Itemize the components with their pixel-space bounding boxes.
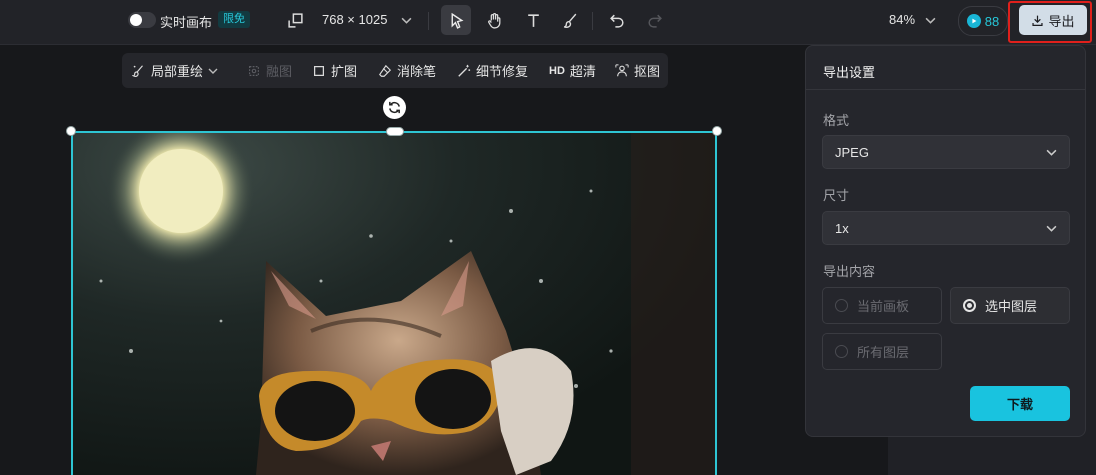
option-all-layers[interactable]: 所有图层 <box>822 333 942 370</box>
detail-repair-label: 细节修复 <box>476 64 529 79</box>
expand-label: 扩图 <box>331 64 358 79</box>
magic-wand-icon <box>458 64 471 77</box>
option-current-board[interactable]: 当前画板 <box>822 287 942 324</box>
export-button[interactable]: 导出 <box>1019 5 1087 35</box>
format-select[interactable]: JPEG <box>822 135 1070 169</box>
selection-border-right <box>715 131 717 475</box>
format-value: JPEG <box>835 144 869 160</box>
redo-icon <box>647 14 662 28</box>
cutout-icon <box>615 63 629 76</box>
size-select[interactable]: 1x <box>822 211 1070 245</box>
export-content-label: 导出内容 <box>823 264 876 279</box>
select-tool-button[interactable] <box>441 5 471 35</box>
radio-circle <box>963 299 976 312</box>
cutout-button[interactable]: 抠图 <box>615 53 660 88</box>
canvas-size-select[interactable]: 768 × 1025 <box>322 12 387 27</box>
resize-icon <box>287 12 303 28</box>
merge-icon <box>249 65 259 76</box>
chevron-down-icon <box>1046 225 1057 232</box>
option-current-board-label: 当前画板 <box>857 299 910 314</box>
radio-circle <box>835 299 848 312</box>
chevron-down-icon <box>401 17 412 24</box>
credits-pill[interactable]: 88 <box>958 6 1008 36</box>
zoom-select[interactable]: 84% <box>889 12 915 27</box>
eraser-button[interactable]: 消除笔 <box>378 53 436 88</box>
top-toolbar: 实时画布 限免 768 × 1025 84% 88 导出 <box>0 0 1096 45</box>
cutout-label: 抠图 <box>634 64 661 79</box>
toolbar-divider <box>592 12 593 30</box>
cat-photo <box>99 131 717 475</box>
chevron-down-icon <box>208 68 218 74</box>
inpaint-label: 局部重绘 <box>151 64 204 79</box>
realtime-canvas-label: 实时画布 <box>160 15 213 30</box>
eraser-icon <box>379 64 392 77</box>
selection-border-left <box>71 131 73 475</box>
toggle-knob <box>130 14 142 26</box>
format-label: 格式 <box>823 113 850 128</box>
size-value: 1x <box>835 220 849 236</box>
resize-canvas-button[interactable] <box>280 5 310 35</box>
option-selected-layer-label: 选中图层 <box>985 299 1038 314</box>
rotate-handle[interactable] <box>383 96 406 119</box>
hand-icon <box>487 12 500 29</box>
download-button[interactable]: 下载 <box>970 386 1070 421</box>
free-badge: 限免 <box>218 11 250 28</box>
undo-icon <box>609 14 624 28</box>
text-icon <box>527 13 539 27</box>
hd-button[interactable]: HD 超清 <box>549 53 596 88</box>
expand-icon <box>314 65 324 76</box>
rotate-icon <box>389 101 400 114</box>
hand-tool-button[interactable] <box>479 5 509 35</box>
expand-button[interactable]: 扩图 <box>312 53 357 88</box>
hd-label: 超清 <box>569 64 596 79</box>
hd-icon: HD <box>549 64 565 77</box>
canvas-image[interactable] <box>71 131 717 475</box>
export-label: 导出 <box>1048 13 1075 29</box>
merge-button[interactable]: 融图 <box>247 53 292 88</box>
detail-repair-button[interactable]: 细节修复 <box>457 53 528 88</box>
image-edit-toolbar: 局部重绘 融图 扩图 消除笔 细节修复 HD 超清 抠图 <box>122 53 668 88</box>
chevron-down-icon <box>925 17 936 24</box>
size-label: 尺寸 <box>823 188 850 203</box>
realtime-canvas-toggle[interactable] <box>128 12 156 28</box>
credit-icon <box>966 14 981 28</box>
option-all-layers-label: 所有图层 <box>857 345 910 360</box>
brush-magic-icon <box>132 64 143 77</box>
panel-divider <box>806 89 1085 90</box>
export-settings-panel: 导出设置 格式 JPEG 尺寸 1x 导出内容 当前画板 选中图层 所有图层 下… <box>805 45 1086 437</box>
eraser-label: 消除笔 <box>397 64 437 79</box>
toolbar-divider <box>428 12 429 30</box>
resize-handle-top-left[interactable] <box>66 126 76 136</box>
resize-handle-top-right[interactable] <box>712 126 722 136</box>
resize-handle-top[interactable] <box>386 127 404 136</box>
credits-count: 88 <box>984 13 1000 29</box>
panel-title: 导出设置 <box>823 65 876 80</box>
brush-tool-button[interactable] <box>555 5 585 35</box>
download-icon <box>1032 15 1044 26</box>
option-selected-layer[interactable]: 选中图层 <box>950 287 1070 324</box>
text-tool-button[interactable] <box>518 5 548 35</box>
cursor-icon <box>451 12 463 29</box>
merge-label: 融图 <box>266 64 293 79</box>
undo-button[interactable] <box>602 5 632 35</box>
chevron-down-icon <box>1046 149 1057 156</box>
radio-circle <box>835 345 848 358</box>
inpaint-button[interactable]: 局部重绘 <box>132 53 218 88</box>
brush-icon <box>563 13 576 28</box>
redo-button[interactable] <box>639 5 669 35</box>
